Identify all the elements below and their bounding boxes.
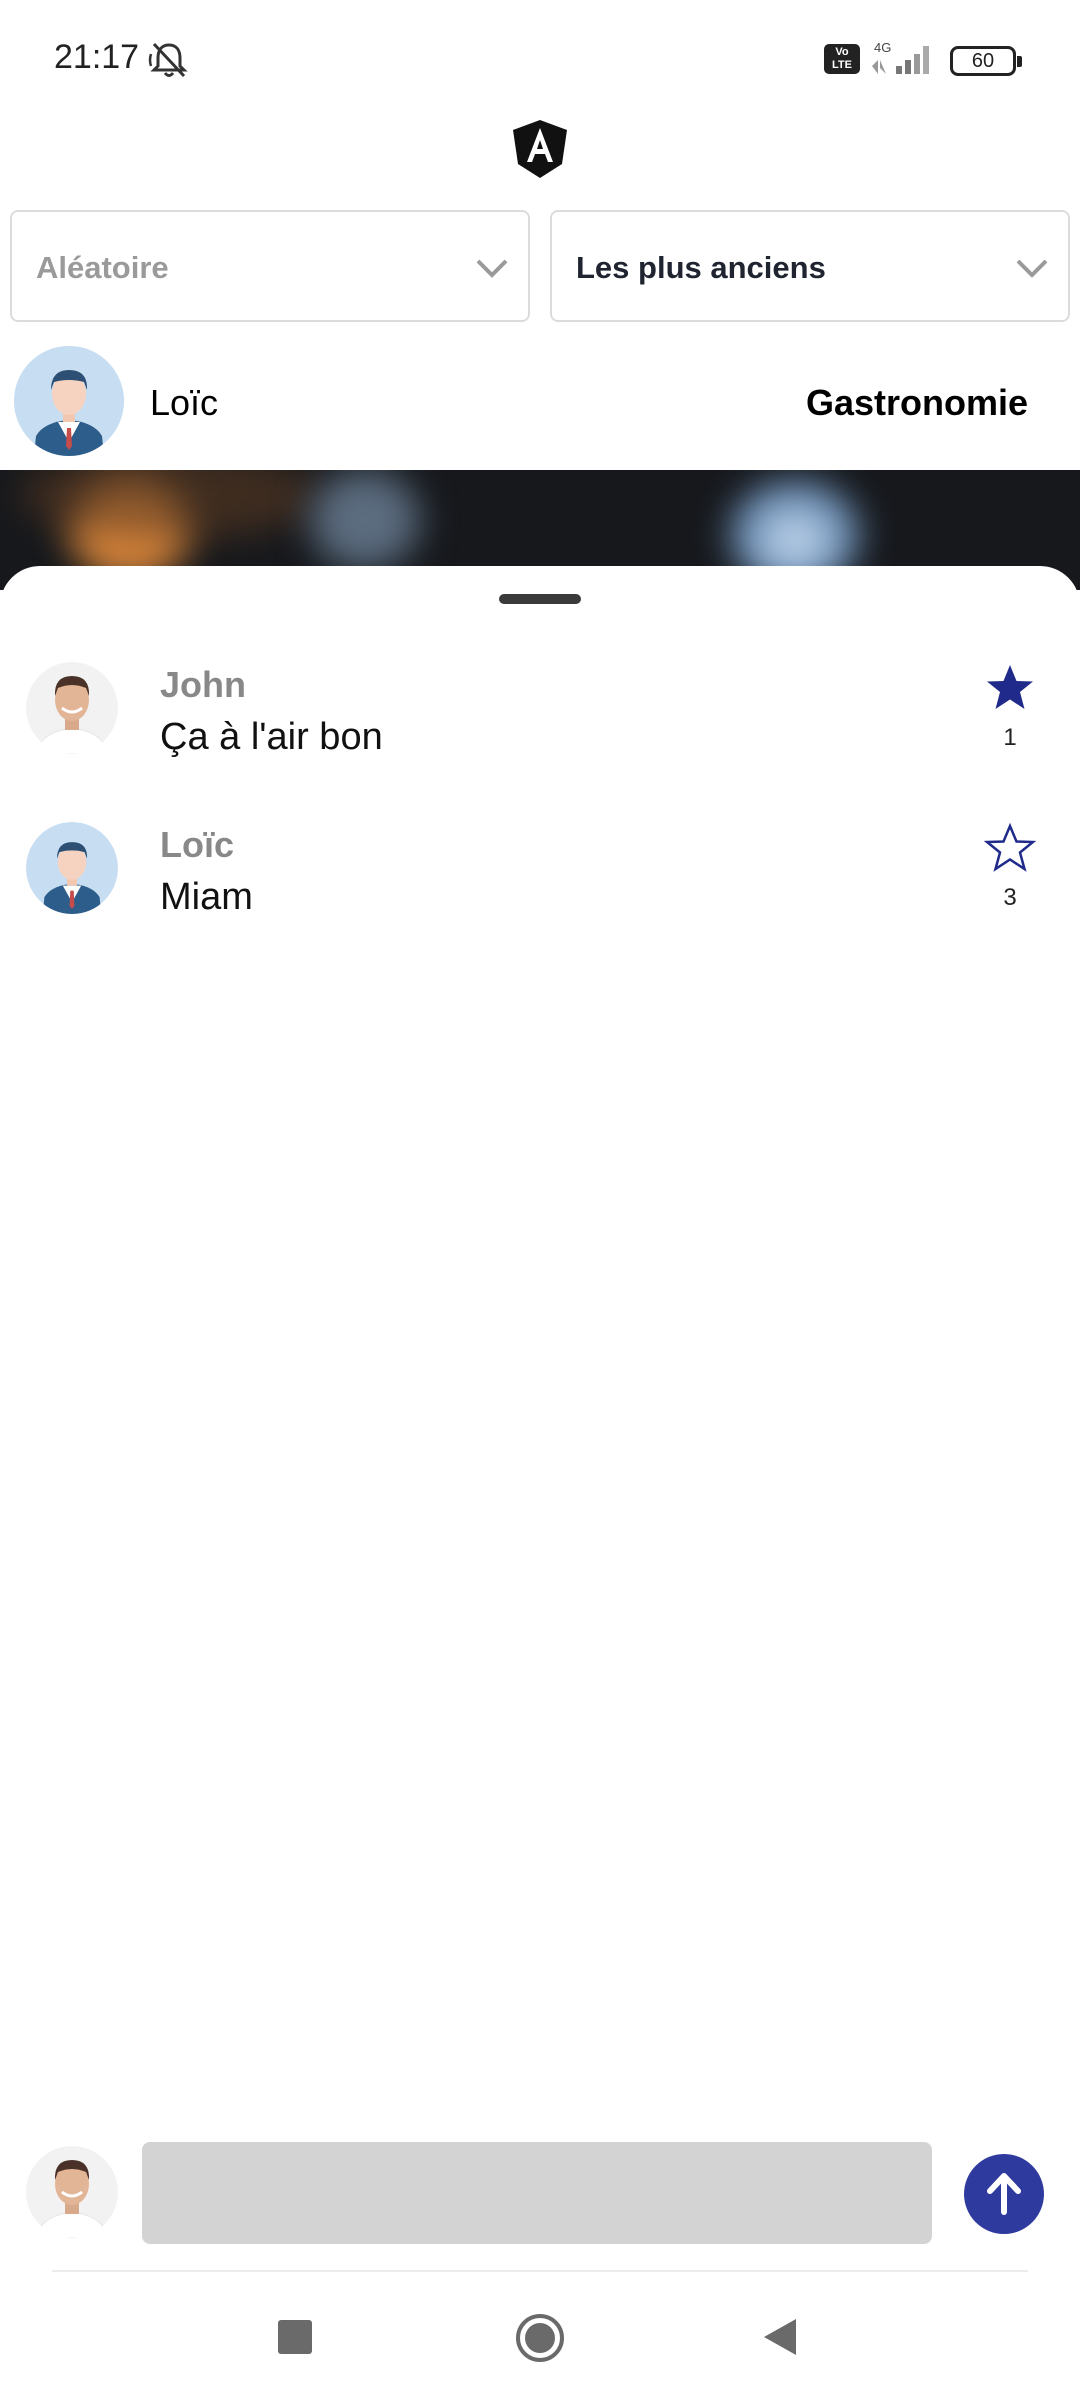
loic-avatar[interactable] [26, 822, 118, 914]
john-avatar[interactable] [26, 662, 118, 754]
comment-item: Loïc Miam 3 [0, 822, 1080, 972]
star-count: 1 [1003, 724, 1017, 751]
sort-order-select[interactable]: Les plus anciens [550, 210, 1070, 322]
sort-order-value: Les plus anciens [576, 250, 826, 285]
comment-input[interactable] [142, 2142, 932, 2244]
recents-button[interactable] [278, 2320, 312, 2354]
battery-icon: 60 [950, 46, 1022, 76]
random-filter-value: Aléatoire [36, 250, 169, 285]
current-user-avatar [26, 2146, 118, 2238]
businessman-avatar-icon [14, 346, 124, 456]
chevron-down-icon [476, 259, 508, 278]
comment-text: Ça à l'air bon [160, 716, 383, 758]
navigation-bar [0, 2290, 1080, 2400]
star-count: 3 [1003, 884, 1017, 911]
post-header: Loïc Gastronomie [0, 340, 1080, 470]
star-outline-icon[interactable] [984, 822, 1036, 874]
random-filter-select[interactable]: Aléatoire [10, 210, 530, 322]
send-button[interactable] [964, 2154, 1044, 2234]
comment-text: Miam [160, 876, 253, 918]
sheet-drag-handle[interactable] [499, 594, 581, 604]
status-bar: 21:17 Vo LTE 4G 60 [0, 0, 1080, 120]
angular-logo-icon [513, 120, 567, 178]
comment-author[interactable]: John [160, 664, 246, 706]
chevron-down-icon [1016, 259, 1048, 278]
post-author-avatar[interactable] [14, 346, 124, 456]
star-filled-icon[interactable] [984, 662, 1036, 714]
comment-composer [0, 2130, 1080, 2260]
home-button[interactable] [514, 2312, 566, 2364]
back-button[interactable] [760, 2316, 800, 2358]
status-time: 21:17 [54, 38, 140, 76]
volte-icon: Vo LTE [824, 44, 860, 74]
comments-sheet: John Ça à l'air bon 1 Loïc Miam 3 [0, 566, 1080, 2400]
divider [52, 2270, 1028, 2272]
comment-item: John Ça à l'air bon 1 [0, 662, 1080, 812]
post-category: Gastronomie [805, 382, 1028, 423]
post-author-name[interactable]: Loïc [150, 382, 218, 424]
silent-bell-icon [148, 42, 188, 78]
arrow-up-icon [987, 2173, 1021, 2215]
comment-author[interactable]: Loïc [160, 824, 234, 866]
signal-icon [872, 46, 929, 74]
